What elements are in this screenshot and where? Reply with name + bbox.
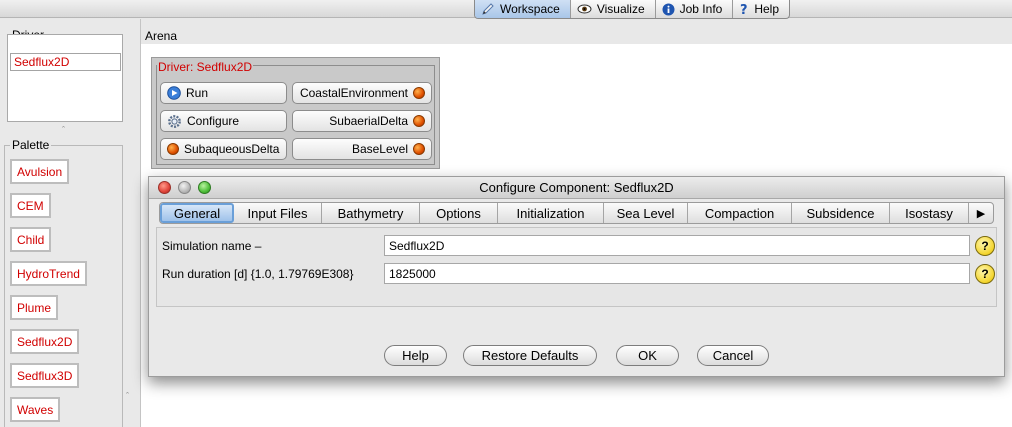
status-dot-icon	[413, 87, 425, 99]
cancel-button[interactable]: Cancel	[697, 345, 769, 366]
base-level-button[interactable]: BaseLevel	[292, 138, 432, 160]
palette-scroll-indicator[interactable]: ˆ	[126, 391, 129, 401]
driver-panel-legend: Driver: Sedflux2D	[157, 60, 254, 74]
palette-item-hydrotrend[interactable]: HydroTrend	[10, 261, 87, 286]
tab-job-info-label: Job Info	[679, 2, 723, 16]
close-window-button[interactable]	[158, 181, 171, 194]
configure-button-label: Configure	[187, 114, 240, 128]
subaerial-delta-button[interactable]: SubaerialDelta	[292, 110, 432, 132]
base-level-label: BaseLevel	[351, 142, 408, 156]
palette-item-child[interactable]: Child	[10, 227, 52, 252]
run-duration-label: Run duration [d] {1.0, 1.79769E308}	[162, 267, 354, 281]
dialog-titlebar[interactable]: Configure Component: Sedflux2D	[149, 177, 1004, 199]
palette-item-sedflux2d[interactable]: Sedflux2D	[10, 329, 80, 354]
simulation-name-label: Simulation name –	[162, 239, 262, 253]
subaqueous-delta-label: SubaqueousDelta	[184, 142, 280, 156]
driver-box: Sedflux2D	[7, 34, 123, 122]
tab-bathymetry[interactable]: Bathymetry	[322, 203, 420, 223]
dialog-tab-strip: General Input Files Bathymetry Options I…	[159, 202, 994, 224]
coastal-environment-label: CoastalEnvironment	[299, 86, 408, 100]
svg-text:?: ?	[740, 3, 748, 16]
view-switcher: Workspace Visualize Job Info ? Help	[474, 0, 791, 19]
tab-workspace[interactable]: Workspace	[475, 0, 571, 18]
tab-general[interactable]: General	[160, 203, 234, 223]
top-bar: Workspace Visualize Job Info ? Help	[0, 0, 1012, 19]
tab-input-files[interactable]: Input Files	[234, 203, 322, 223]
splitter-handle[interactable]: ˆ	[62, 126, 66, 135]
restore-defaults-button[interactable]: Restore Defaults	[463, 345, 597, 366]
general-form-panel: Simulation name – ? Run duration [d] {1.…	[156, 227, 997, 307]
tab-job-info[interactable]: Job Info	[656, 0, 734, 18]
ok-button[interactable]: OK	[616, 345, 679, 366]
play-icon	[167, 86, 181, 100]
eye-icon	[577, 3, 592, 15]
tab-help-label: Help	[754, 2, 780, 16]
subaerial-delta-label: SubaerialDelta	[329, 114, 408, 128]
tab-sea-level[interactable]: Sea Level	[604, 203, 688, 223]
arena-title: Arena	[145, 29, 178, 43]
zoom-window-button[interactable]	[198, 181, 211, 194]
info-icon	[662, 3, 675, 16]
status-dot-icon	[413, 143, 425, 155]
simulation-name-input[interactable]	[384, 235, 970, 256]
gear-icon	[167, 114, 182, 129]
pencil-icon	[481, 2, 495, 16]
minimize-window-button[interactable]	[178, 181, 191, 194]
tab-help[interactable]: ? Help	[733, 0, 789, 18]
tab-compaction[interactable]: Compaction	[688, 203, 792, 223]
question-icon: ?	[739, 3, 749, 16]
palette-item-sedflux3d[interactable]: Sedflux3D	[10, 363, 80, 388]
palette-item-avulsion[interactable]: Avulsion	[10, 159, 70, 184]
status-dot-icon	[167, 143, 179, 155]
tab-subsidence[interactable]: Subsidence	[792, 203, 890, 223]
coastal-environment-button[interactable]: CoastalEnvironment	[292, 82, 432, 104]
palette-item-waves[interactable]: Waves	[10, 397, 61, 422]
tab-initialization[interactable]: Initialization	[498, 203, 604, 223]
run-duration-help-icon[interactable]: ?	[975, 264, 995, 284]
run-button-label: Run	[186, 86, 209, 100]
tab-visualize[interactable]: Visualize	[571, 0, 656, 18]
dialog-title: Configure Component: Sedflux2D	[479, 180, 674, 195]
simulation-name-help-icon[interactable]: ?	[975, 236, 995, 256]
tab-scroll-right-icon[interactable]: ▶	[969, 203, 993, 223]
palette-item-cem[interactable]: CEM	[10, 193, 51, 218]
run-duration-input[interactable]	[384, 263, 970, 284]
palette-item-plume[interactable]: Plume	[10, 295, 59, 320]
tab-options[interactable]: Options	[420, 203, 498, 223]
tab-workspace-label: Workspace	[500, 2, 560, 16]
run-button[interactable]: Run	[160, 82, 287, 104]
palette-group-title: Palette	[10, 138, 52, 152]
tab-isostasy[interactable]: Isostasy	[890, 203, 969, 223]
driver-selected-item[interactable]: Sedflux2D	[10, 53, 121, 71]
subaqueous-delta-button[interactable]: SubaqueousDelta	[160, 138, 287, 160]
status-dot-icon	[413, 115, 425, 127]
help-button[interactable]: Help	[384, 345, 447, 366]
tab-visualize-label: Visualize	[596, 2, 645, 16]
configure-button[interactable]: Configure	[160, 110, 287, 132]
configure-dialog: Configure Component: Sedflux2D General I…	[148, 176, 1005, 377]
